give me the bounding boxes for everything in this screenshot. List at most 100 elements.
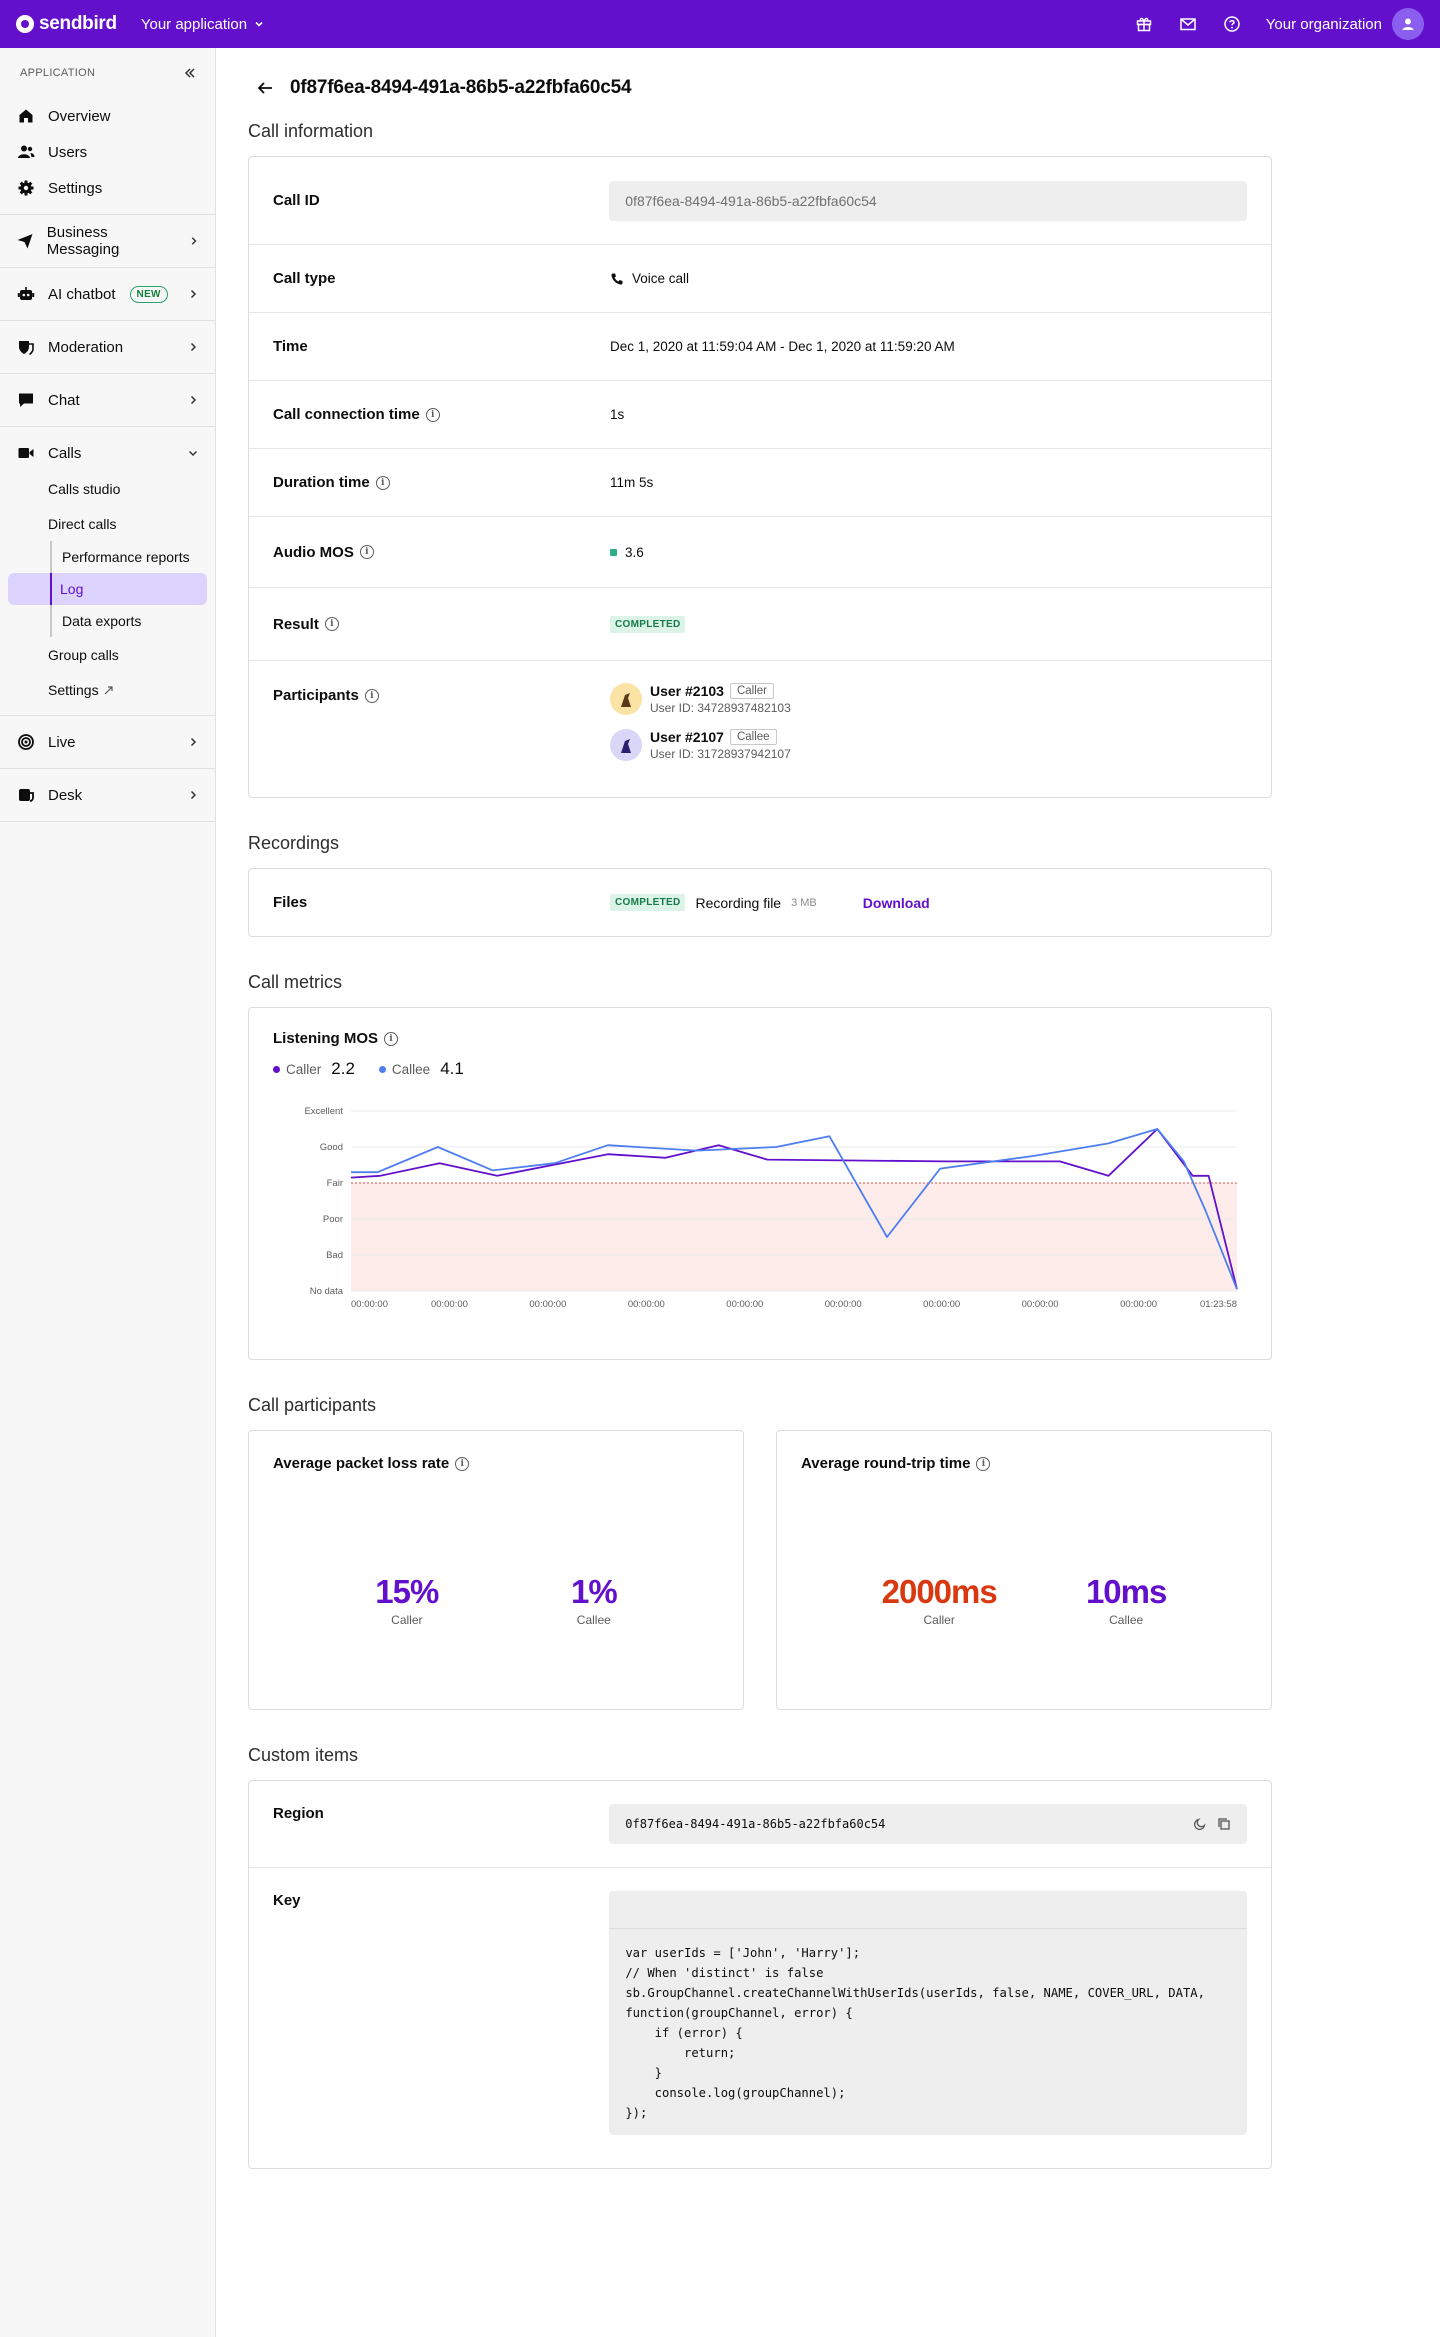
info-icon[interactable]: i xyxy=(384,1031,398,1046)
x-tick-label: 00:00:00 xyxy=(726,1299,763,1310)
sidebar-item-chat[interactable]: Chat xyxy=(0,382,215,418)
sidebar-item-direct-calls[interactable]: Direct calls xyxy=(0,506,215,541)
copy-icon[interactable] xyxy=(1217,1817,1231,1831)
info-icon[interactable]: i xyxy=(425,407,440,422)
info-icon[interactable]: i xyxy=(976,1456,991,1471)
dark-mode-icon[interactable] xyxy=(1193,1817,1207,1831)
status-dot-icon xyxy=(610,548,617,556)
section-title-custom-items: Custom items xyxy=(248,1745,359,1765)
call-type-label: Call type xyxy=(273,270,336,287)
participant-name: User #2103 xyxy=(650,683,724,699)
user-avatar-icon xyxy=(1392,8,1424,40)
help-icon[interactable] xyxy=(1222,14,1242,34)
region-row: Region 0f87f6ea-8494-491a-86b5-a22fbfa60… xyxy=(249,1781,1271,1868)
home-icon xyxy=(16,106,36,126)
call-type-value: Voice call xyxy=(632,271,690,286)
download-link[interactable]: Download xyxy=(863,895,930,911)
x-tick-label: 00:00:00 xyxy=(351,1299,388,1310)
sidebar-item-moderation[interactable]: Moderation xyxy=(0,329,215,365)
y-tick-label: No data xyxy=(310,1286,344,1297)
live-icon xyxy=(16,732,36,752)
avatar xyxy=(610,729,642,761)
sidebar-item-data-exports[interactable]: Data exports xyxy=(50,605,215,637)
desk-icon xyxy=(16,785,36,805)
sidebar-label: Chat xyxy=(48,391,80,409)
sidebar-item-ai-chatbot[interactable]: AI chatbot NEW xyxy=(0,276,215,312)
participant-item[interactable]: User #2103 Caller User ID: 34728937482103 xyxy=(610,683,791,715)
call-id-field[interactable]: 0f87f6ea-8494-491a-86b5-a22fbfa60c54 xyxy=(609,180,1247,221)
recording-file-size: 3 MB xyxy=(791,896,817,909)
sidebar: APPLICATION Overview Users Settings Busi… xyxy=(0,48,216,2337)
mail-icon[interactable] xyxy=(1178,14,1198,34)
sidebar-label: Business Messaging xyxy=(46,224,120,258)
back-arrow-icon[interactable] xyxy=(254,77,276,99)
participant-role: Callee xyxy=(729,729,777,745)
call-id-label: Call ID xyxy=(273,192,320,209)
sidebar-label: Settings xyxy=(48,681,99,698)
listening-mos-chart: No data Bad Poor Fair Good Excellent 00:00:00 0… xyxy=(304,1106,1238,1310)
info-icon[interactable]: i xyxy=(455,1456,470,1471)
round-trip-title: Average round-trip time xyxy=(801,1455,971,1472)
packet-loss-callee-value: 1% xyxy=(570,1573,618,1610)
sidebar-item-performance-reports[interactable]: Performance reports xyxy=(50,541,215,573)
chevron-right-icon xyxy=(191,237,197,245)
sidebar-item-users[interactable]: Users xyxy=(0,134,215,170)
sidebar-label: Calls xyxy=(48,444,82,462)
gift-icon[interactable] xyxy=(1134,14,1154,34)
sidebar-item-calls-studio[interactable]: Calls studio xyxy=(0,471,215,506)
organization-name: Your organization xyxy=(1265,15,1382,33)
info-icon[interactable]: i xyxy=(364,688,379,703)
key-code: var userIds = ['John', 'Harry']; // When… xyxy=(625,1946,1205,2120)
page-title: 0f87f6ea-8494-491a-86b5-a22fbfa60c54 xyxy=(290,77,632,98)
info-icon[interactable]: i xyxy=(324,617,339,631)
sidebar-item-group-calls[interactable]: Group calls xyxy=(0,637,215,672)
section-title-call-information: Call information xyxy=(248,121,374,141)
legend-item-callee[interactable]: Callee 4.1 xyxy=(378,1059,464,1079)
legend-item-caller[interactable]: Caller 2.2 xyxy=(273,1059,355,1079)
collapse-sidebar-icon[interactable] xyxy=(183,66,197,80)
app-switcher[interactable]: Your application xyxy=(141,16,265,33)
round-trip-card: Average round-trip time i 2000ms Caller 10… xyxy=(776,1430,1272,1710)
legend-value: 4.1 xyxy=(440,1059,464,1078)
sidebar-item-overview[interactable]: Overview xyxy=(0,98,215,134)
participant-user-id: User ID: 34728937482103 xyxy=(650,701,791,715)
sidebar-item-desk[interactable]: Desk xyxy=(0,777,215,813)
chart-legend: Caller 2.2 Callee 4.1 xyxy=(273,1059,1247,1079)
connection-time-value: 1s xyxy=(610,407,625,422)
region-label: Region xyxy=(273,1805,324,1822)
sidebar-item-business-messaging[interactable]: Business Messaging xyxy=(0,223,215,259)
external-link-icon xyxy=(104,685,113,694)
participant-item[interactable]: User #2107 Callee User ID: 31728937942107 xyxy=(610,729,791,761)
top-bar: sendbird Your application Your organizat… xyxy=(0,0,1440,48)
info-icon[interactable]: i xyxy=(375,475,390,490)
result-label: Result xyxy=(273,615,319,633)
stat-label: Caller xyxy=(391,1613,423,1627)
sidebar-label: AI chatbot xyxy=(48,285,116,303)
gear-icon xyxy=(16,178,36,198)
participants-label: Participants xyxy=(273,687,359,704)
sidebar-item-calls-settings[interactable]: Settings xyxy=(0,672,215,707)
participant-name: User #2107 xyxy=(650,729,724,745)
y-tick-label: Poor xyxy=(323,1214,343,1225)
recording-file-name: Recording file xyxy=(695,894,782,911)
sidebar-item-calls[interactable]: Calls xyxy=(0,435,215,471)
files-row: Files COMPLETED Recording file 3 MB Down… xyxy=(249,869,1271,936)
section-title-call-participants: Call participants xyxy=(248,1395,377,1415)
organization-menu[interactable]: Your organization xyxy=(1266,8,1424,40)
legend-label: Callee xyxy=(391,1061,431,1077)
sendbird-logo[interactable]: sendbird xyxy=(16,13,117,35)
participants-row: Participants i User #2103 Caller User ID: … xyxy=(249,661,1271,797)
region-field[interactable]: 0f87f6ea-8494-491a-86b5-a22fbfa60c54 xyxy=(609,1804,1247,1844)
info-icon[interactable]: i xyxy=(359,545,374,559)
participant-role: Caller xyxy=(729,683,774,699)
time-value: Dec 1, 2020 at 11:59:04 AM - Dec 1, 2020… xyxy=(610,339,955,354)
recordings-card: Files COMPLETED Recording file 3 MB Down… xyxy=(248,868,1272,937)
duration-value: 11m 5s xyxy=(610,475,654,490)
sidebar-item-settings[interactable]: Settings xyxy=(0,170,215,206)
x-tick-label: 00:00:00 xyxy=(825,1299,862,1310)
sidebar-item-log[interactable]: Log xyxy=(8,573,207,605)
key-code-block[interactable]: var userIds = ['John', 'Harry']; // When… xyxy=(609,1891,1247,2135)
key-row: Key var userIds = ['John', 'Harry']; // … xyxy=(249,1868,1271,2168)
sidebar-label: Group calls xyxy=(48,646,119,663)
sidebar-item-live[interactable]: Live xyxy=(0,724,215,760)
